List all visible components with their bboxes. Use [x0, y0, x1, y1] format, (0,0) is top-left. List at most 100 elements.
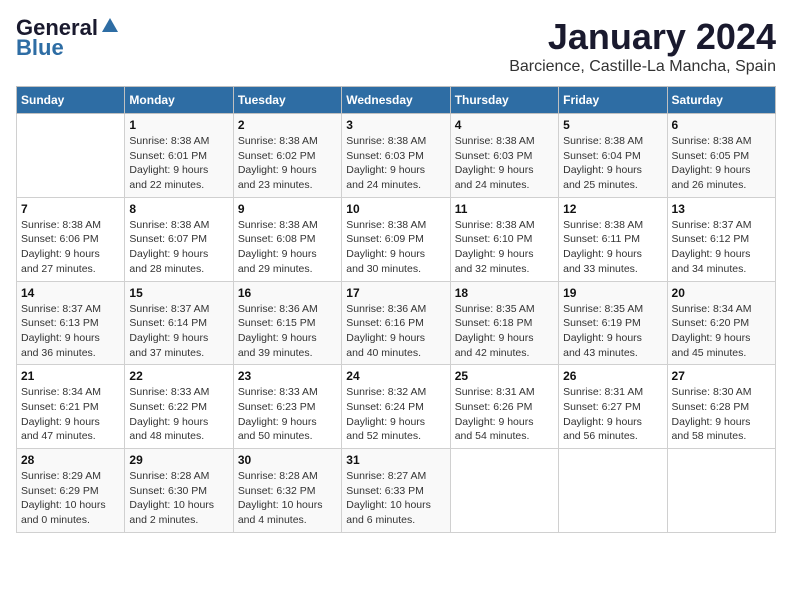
day-number: 25: [455, 369, 554, 383]
day-info: Sunrise: 8:38 AM Sunset: 6:11 PM Dayligh…: [563, 218, 662, 277]
logo: General Blue: [16, 16, 120, 60]
calendar-cell: 25 Sunrise: 8:31 AM Sunset: 6:26 PM Dayli…: [450, 365, 558, 449]
calendar-cell: [559, 449, 667, 533]
calendar-cell: 14Sunrise: 8:37 AM Sunset: 6:13 PM Dayli…: [17, 281, 125, 365]
calendar-cell: 26 Sunrise: 8:31 AM Sunset: 6:27 PM Dayli…: [559, 365, 667, 449]
day-number: 27: [672, 369, 771, 383]
day-number: 1: [129, 118, 228, 132]
day-info: Sunrise: 8:30 AM Sunset: 6:28 PM Dayligh…: [672, 385, 771, 444]
day-number: 6: [672, 118, 771, 132]
calendar-week-row: 14Sunrise: 8:37 AM Sunset: 6:13 PM Dayli…: [17, 281, 776, 365]
calendar-cell: 28 Sunrise: 8:29 AM Sunset: 6:29 PM Dayli…: [17, 449, 125, 533]
calendar-cell: 20Sunrise: 8:34 AM Sunset: 6:20 PM Dayli…: [667, 281, 775, 365]
header-thursday: Thursday: [450, 87, 558, 114]
calendar-cell: 10 Sunrise: 8:38 AM Sunset: 6:09 PM Dayli…: [342, 197, 450, 281]
day-info: Sunrise: 8:37 AM Sunset: 6:12 PM Dayligh…: [672, 218, 771, 277]
day-info: Sunrise: 8:37 AM Sunset: 6:14 PM Dayligh…: [129, 302, 228, 361]
calendar-cell: 7 Sunrise: 8:38 AM Sunset: 6:06 PM Daylig…: [17, 197, 125, 281]
day-number: 23: [238, 369, 337, 383]
calendar-week-row: 1 Sunrise: 8:38 AM Sunset: 6:01 PM Daylig…: [17, 114, 776, 198]
day-info: Sunrise: 8:34 AM Sunset: 6:20 PM Dayligh…: [672, 302, 771, 361]
day-number: 7: [21, 202, 120, 216]
day-info: Sunrise: 8:38 AM Sunset: 6:04 PM Dayligh…: [563, 134, 662, 193]
calendar-cell: 29Sunrise: 8:28 AM Sunset: 6:30 PM Dayli…: [125, 449, 233, 533]
calendar-header-row: SundayMondayTuesdayWednesdayThursdayFrid…: [17, 87, 776, 114]
day-number: 12: [563, 202, 662, 216]
day-info: Sunrise: 8:37 AM Sunset: 6:13 PM Dayligh…: [21, 302, 120, 361]
calendar-cell: 12 Sunrise: 8:38 AM Sunset: 6:11 PM Dayli…: [559, 197, 667, 281]
calendar-week-row: 28 Sunrise: 8:29 AM Sunset: 6:29 PM Dayli…: [17, 449, 776, 533]
day-number: 21: [21, 369, 120, 383]
calendar-cell: 30 Sunrise: 8:28 AM Sunset: 6:32 PM Dayli…: [233, 449, 341, 533]
day-info: Sunrise: 8:38 AM Sunset: 6:10 PM Dayligh…: [455, 218, 554, 277]
calendar-cell: [667, 449, 775, 533]
calendar-cell: 1 Sunrise: 8:38 AM Sunset: 6:01 PM Daylig…: [125, 114, 233, 198]
calendar-week-row: 21 Sunrise: 8:34 AM Sunset: 6:21 PM Dayli…: [17, 365, 776, 449]
calendar-cell: 19Sunrise: 8:35 AM Sunset: 6:19 PM Dayli…: [559, 281, 667, 365]
day-number: 3: [346, 118, 445, 132]
calendar-cell: 6 Sunrise: 8:38 AM Sunset: 6:05 PM Daylig…: [667, 114, 775, 198]
header-tuesday: Tuesday: [233, 87, 341, 114]
calendar-cell: 13 Sunrise: 8:37 AM Sunset: 6:12 PM Dayli…: [667, 197, 775, 281]
day-info: Sunrise: 8:38 AM Sunset: 6:05 PM Dayligh…: [672, 134, 771, 193]
day-info: Sunrise: 8:38 AM Sunset: 6:07 PM Dayligh…: [129, 218, 228, 277]
day-info: Sunrise: 8:28 AM Sunset: 6:30 PM Dayligh…: [129, 469, 228, 528]
day-number: 19: [563, 286, 662, 300]
day-number: 17: [346, 286, 445, 300]
calendar-cell: 24 Sunrise: 8:32 AM Sunset: 6:24 PM Dayli…: [342, 365, 450, 449]
calendar-week-row: 7 Sunrise: 8:38 AM Sunset: 6:06 PM Daylig…: [17, 197, 776, 281]
calendar-cell: 22Sunrise: 8:33 AM Sunset: 6:22 PM Dayli…: [125, 365, 233, 449]
day-number: 31: [346, 453, 445, 467]
day-info: Sunrise: 8:36 AM Sunset: 6:16 PM Dayligh…: [346, 302, 445, 361]
header: General Blue January 2024 Barcience, Cas…: [16, 16, 776, 76]
day-number: 2: [238, 118, 337, 132]
day-info: Sunrise: 8:38 AM Sunset: 6:06 PM Dayligh…: [21, 218, 120, 277]
calendar-cell: 5 Sunrise: 8:38 AM Sunset: 6:04 PM Daylig…: [559, 114, 667, 198]
calendar-cell: 2 Sunrise: 8:38 AM Sunset: 6:02 PM Daylig…: [233, 114, 341, 198]
header-wednesday: Wednesday: [342, 87, 450, 114]
calendar-cell: 27 Sunrise: 8:30 AM Sunset: 6:28 PM Dayli…: [667, 365, 775, 449]
day-number: 28: [21, 453, 120, 467]
calendar-cell: 3Sunrise: 8:38 AM Sunset: 6:03 PM Daylig…: [342, 114, 450, 198]
day-number: 4: [455, 118, 554, 132]
calendar-cell: 23Sunrise: 8:33 AM Sunset: 6:23 PM Dayli…: [233, 365, 341, 449]
day-number: 24: [346, 369, 445, 383]
day-number: 26: [563, 369, 662, 383]
day-number: 9: [238, 202, 337, 216]
day-info: Sunrise: 8:36 AM Sunset: 6:15 PM Dayligh…: [238, 302, 337, 361]
day-info: Sunrise: 8:38 AM Sunset: 6:09 PM Dayligh…: [346, 218, 445, 277]
logo-blue: Blue: [16, 36, 64, 60]
day-info: Sunrise: 8:38 AM Sunset: 6:02 PM Dayligh…: [238, 134, 337, 193]
day-info: Sunrise: 8:31 AM Sunset: 6:26 PM Dayligh…: [455, 385, 554, 444]
day-number: 11: [455, 202, 554, 216]
day-info: Sunrise: 8:29 AM Sunset: 6:29 PM Dayligh…: [21, 469, 120, 528]
day-number: 13: [672, 202, 771, 216]
day-number: 16: [238, 286, 337, 300]
calendar-table: SundayMondayTuesdayWednesdayThursdayFrid…: [16, 86, 776, 533]
day-info: Sunrise: 8:34 AM Sunset: 6:21 PM Dayligh…: [21, 385, 120, 444]
header-sunday: Sunday: [17, 87, 125, 114]
calendar-cell: [17, 114, 125, 198]
day-number: 18: [455, 286, 554, 300]
day-number: 5: [563, 118, 662, 132]
header-monday: Monday: [125, 87, 233, 114]
title-area: January 2024 Barcience, Castille-La Manc…: [509, 16, 776, 76]
calendar-cell: 15Sunrise: 8:37 AM Sunset: 6:14 PM Dayli…: [125, 281, 233, 365]
location-title: Barcience, Castille-La Mancha, Spain: [509, 58, 776, 76]
day-info: Sunrise: 8:32 AM Sunset: 6:24 PM Dayligh…: [346, 385, 445, 444]
month-title: January 2024: [509, 16, 776, 58]
calendar-cell: 4Sunrise: 8:38 AM Sunset: 6:03 PM Daylig…: [450, 114, 558, 198]
calendar-cell: 11 Sunrise: 8:38 AM Sunset: 6:10 PM Dayli…: [450, 197, 558, 281]
day-number: 10: [346, 202, 445, 216]
day-info: Sunrise: 8:31 AM Sunset: 6:27 PM Dayligh…: [563, 385, 662, 444]
calendar-cell: 18 Sunrise: 8:35 AM Sunset: 6:18 PM Dayli…: [450, 281, 558, 365]
calendar-cell: 21 Sunrise: 8:34 AM Sunset: 6:21 PM Dayli…: [17, 365, 125, 449]
day-info: Sunrise: 8:28 AM Sunset: 6:32 PM Dayligh…: [238, 469, 337, 528]
calendar-cell: [450, 449, 558, 533]
day-info: Sunrise: 8:35 AM Sunset: 6:18 PM Dayligh…: [455, 302, 554, 361]
day-info: Sunrise: 8:38 AM Sunset: 6:01 PM Dayligh…: [129, 134, 228, 193]
header-friday: Friday: [559, 87, 667, 114]
calendar-cell: 16 Sunrise: 8:36 AM Sunset: 6:15 PM Dayli…: [233, 281, 341, 365]
day-info: Sunrise: 8:27 AM Sunset: 6:33 PM Dayligh…: [346, 469, 445, 528]
day-number: 30: [238, 453, 337, 467]
